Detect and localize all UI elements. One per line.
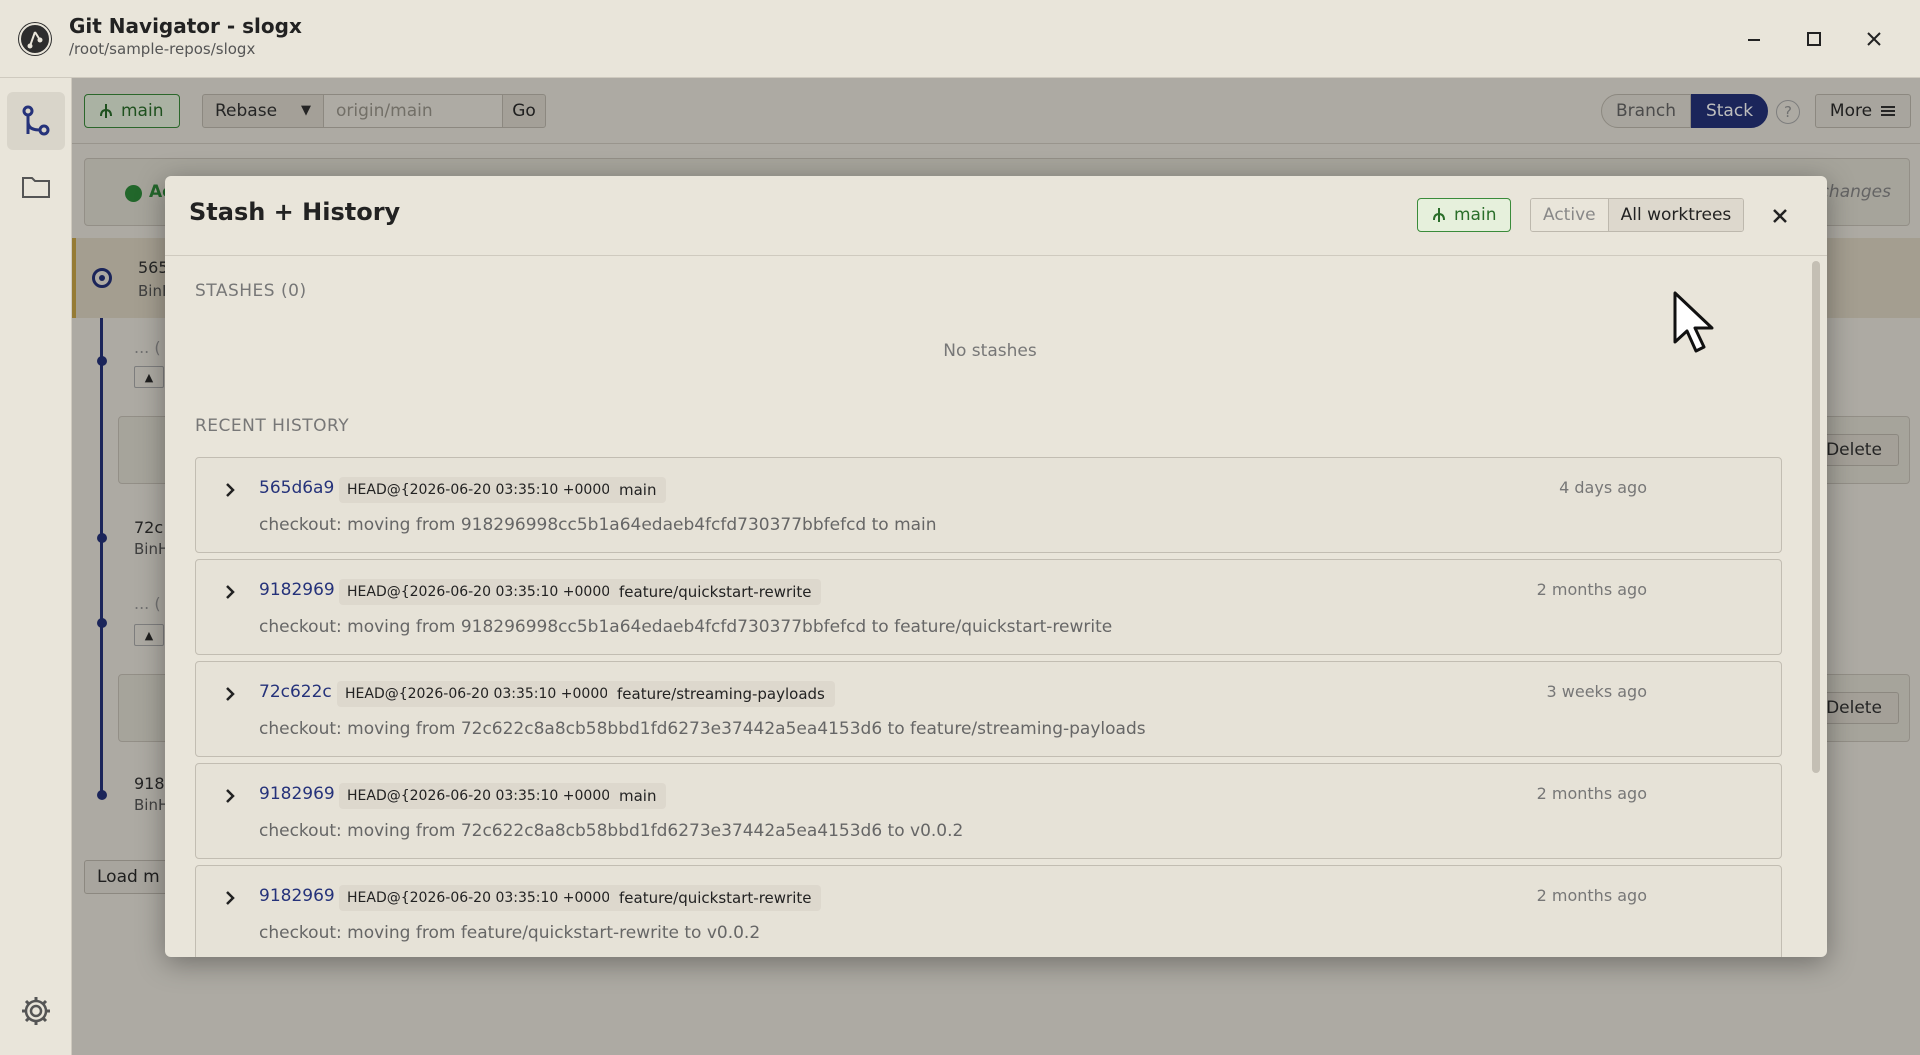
rail-settings[interactable] <box>7 982 65 1040</box>
app-logo-icon <box>18 22 52 56</box>
entry-branch-tag: main <box>609 783 667 809</box>
entry-branch-tag: feature/streaming-payloads <box>607 681 835 707</box>
entry-reflog-ref: HEAD@{2026-06-20 03:35:10 +0000} <box>339 783 628 809</box>
history-section-label: RECENT HISTORY <box>195 416 350 436</box>
minimize-button[interactable] <box>1737 22 1771 56</box>
chevron-right-icon[interactable] <box>220 888 240 908</box>
no-stashes-message: No stashes <box>943 341 1037 361</box>
maximize-icon <box>1807 32 1821 46</box>
entry-hash[interactable]: 9182969 <box>259 886 335 906</box>
mouse-cursor-icon <box>1673 291 1714 353</box>
close-window-button[interactable] <box>1857 22 1891 56</box>
entry-time: 2 months ago <box>1536 886 1647 905</box>
entry-time: 2 months ago <box>1536 580 1647 599</box>
entry-branch-tag: feature/quickstart-rewrite <box>609 885 822 911</box>
chevron-right-icon[interactable] <box>220 684 240 704</box>
entry-message: checkout: moving from 918296998cc5b1a64e… <box>259 515 937 535</box>
scope-toggle: Active All worktrees <box>1530 198 1745 232</box>
stashes-section-label: STASHES (0) <box>195 281 307 301</box>
entry-branch-tag: feature/quickstart-rewrite <box>609 579 822 605</box>
minimize-icon <box>1748 39 1760 41</box>
left-rail <box>0 78 72 1055</box>
repo-path: /root/sample-repos/slogx <box>69 40 256 58</box>
window-title: Git Navigator - slogx <box>69 14 302 38</box>
entry-message: checkout: moving from 72c622c8a8cb58bbd1… <box>259 719 1146 739</box>
entry-time: 4 days ago <box>1559 478 1647 497</box>
settings-gear-icon <box>22 997 50 1025</box>
entry-reflog-ref: HEAD@{2026-06-20 03:35:10 +0000} <box>339 477 628 503</box>
scope-option-active[interactable]: Active <box>1531 199 1609 231</box>
entry-reflog-ref: HEAD@{2026-06-20 03:35:10 +0000} <box>339 885 628 911</box>
dialog-close-button[interactable] <box>1767 203 1793 229</box>
title-bar: Git Navigator - slogx /root/sample-repos… <box>0 0 1920 78</box>
dialog-body[interactable]: STASHES (0) No stashes RECENT HISTORY 56… <box>165 257 1827 957</box>
history-entry[interactable]: 565d6a9 HEAD@{2026-06-20 03:35:10 +0000}… <box>195 457 1782 553</box>
entry-branch-tag: main <box>609 477 667 503</box>
close-icon <box>1867 32 1881 46</box>
history-entry[interactable]: 9182969 HEAD@{2026-06-20 03:35:10 +0000}… <box>195 763 1782 859</box>
entry-reflog-ref: HEAD@{2026-06-20 03:35:10 +0000} <box>337 681 626 707</box>
dialog-header: Stash + History main Active All worktree… <box>165 176 1827 256</box>
entry-message: checkout: moving from feature/quickstart… <box>259 923 761 943</box>
dialog-title: Stash + History <box>189 198 401 226</box>
chevron-right-icon[interactable] <box>220 786 240 806</box>
entry-reflog-ref: HEAD@{2026-06-20 03:35:10 +0000} <box>339 579 628 605</box>
entry-hash[interactable]: 9182969 <box>259 784 335 804</box>
entry-hash[interactable]: 72c622c <box>259 682 332 702</box>
scope-option-all-worktrees[interactable]: All worktrees <box>1608 199 1744 231</box>
branch-icon <box>1433 208 1445 222</box>
entry-time: 3 weeks ago <box>1546 682 1647 701</box>
entry-time: 2 months ago <box>1536 784 1647 803</box>
history-entry[interactable]: 72c622c HEAD@{2026-06-20 03:35:10 +0000}… <box>195 661 1782 757</box>
stash-history-dialog: Stash + History main Active All worktree… <box>165 176 1827 957</box>
entry-hash[interactable]: 9182969 <box>259 580 335 600</box>
folder-icon <box>22 177 50 198</box>
rail-git-graph[interactable] <box>7 92 65 150</box>
dialog-branch-button[interactable]: main <box>1417 198 1512 232</box>
history-entry[interactable]: 9182969 HEAD@{2026-06-20 03:35:10 +0000}… <box>195 559 1782 655</box>
chevron-right-icon[interactable] <box>220 582 240 602</box>
git-graph-icon <box>22 105 50 136</box>
dialog-branch-label: main <box>1454 205 1497 225</box>
dialog-scrollbar[interactable] <box>1812 261 1820 773</box>
entry-message: checkout: moving from 918296998cc5b1a64e… <box>259 617 1113 637</box>
close-icon <box>1773 209 1787 223</box>
maximize-button[interactable] <box>1797 22 1831 56</box>
entry-message: checkout: moving from 72c622c8a8cb58bbd1… <box>259 821 964 841</box>
chevron-right-icon[interactable] <box>220 480 240 500</box>
rail-files[interactable] <box>7 158 65 216</box>
history-entry[interactable]: 9182969 HEAD@{2026-06-20 03:35:10 +0000}… <box>195 865 1782 957</box>
entry-hash[interactable]: 565d6a9 <box>259 478 334 498</box>
